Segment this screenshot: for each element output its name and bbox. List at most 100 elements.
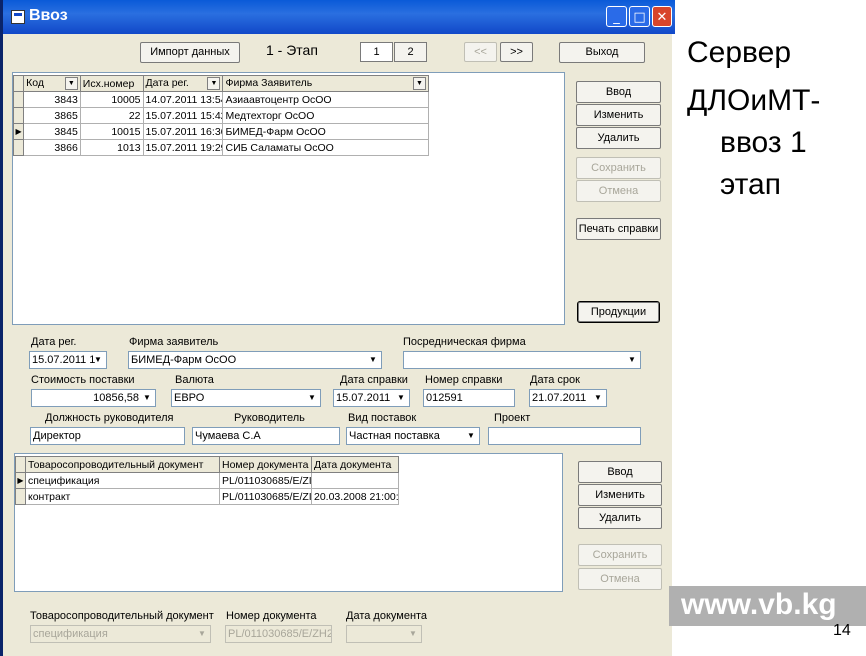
chevron-down-icon[interactable]: ▼ [140, 391, 154, 405]
cell-kod[interactable]: 3845 [23, 123, 81, 140]
edit-button[interactable]: Изменить [576, 104, 661, 126]
import-data-button[interactable]: Импорт данных [140, 42, 240, 63]
cell-number[interactable]: PL/011030685/E/ZI [219, 472, 312, 489]
cell-firm[interactable]: Азиаавтоцентр ОсОО [222, 91, 429, 108]
chevron-down-icon[interactable]: ▼ [591, 391, 605, 405]
filter-dropdown-icon[interactable]: ▼ [207, 77, 221, 90]
row-indicator [15, 488, 26, 505]
cell-date[interactable]: 14.07.2011 13:54 [142, 91, 224, 108]
supply-type-select[interactable]: Частная поставка ▼ [346, 427, 480, 445]
docs-date-label: Дата документа [346, 610, 428, 622]
cancel-button[interactable]: Отмена [576, 180, 661, 202]
table-row[interactable]: 3866 1013 15.07.2011 19:29 СИБ Саламаты … [12, 139, 429, 156]
chevron-down-icon[interactable]: ▼ [406, 627, 420, 641]
chevron-down-icon[interactable]: ▼ [394, 391, 408, 405]
docs-edit-button[interactable]: Изменить [578, 484, 662, 506]
table-row[interactable]: 3865 22 15.07.2011 15:42 Медтехторг ОсОО [12, 107, 429, 124]
column-header-kod[interactable]: Код ▼ [23, 75, 81, 92]
chevron-down-icon[interactable]: ▼ [366, 353, 380, 367]
enter-button[interactable]: Ввод [576, 81, 661, 103]
chevron-down-icon[interactable]: ▼ [305, 391, 319, 405]
print-certificate-button[interactable]: Печать справки [576, 218, 661, 240]
minimize-button[interactable]: _ [606, 6, 627, 27]
column-header-doc[interactable]: Товаросопроводительный документ [25, 456, 220, 473]
docs-grid: Товаросопроводительный документ Номер до… [15, 456, 399, 505]
table-row-selected[interactable]: ▶ спецификация PL/011030685/E/ZI [15, 472, 399, 489]
head-field[interactable]: Чумаева С.А [192, 427, 340, 445]
maximize-button[interactable]: □ [629, 6, 650, 27]
cell-doc[interactable]: спецификация [25, 472, 220, 489]
delete-button[interactable]: Удалить [576, 127, 661, 149]
chevron-down-icon[interactable]: ▼ [91, 353, 105, 367]
cell-ish[interactable]: 22 [79, 107, 144, 124]
currency-select[interactable]: ЕВРО ▼ [171, 389, 321, 407]
table-row[interactable]: контракт PL/011030685/E/ZI 20.03.2008 21… [15, 488, 399, 505]
save-button[interactable]: Сохранить [576, 157, 661, 179]
row-indicator-header [12, 75, 25, 92]
column-header-ish-number[interactable]: Исх.номер [79, 75, 144, 92]
cell-firm[interactable]: Медтехторг ОсОО [222, 107, 429, 124]
table-row-selected[interactable]: ▶ 3845 10015 15.07.2011 16:36 БИМЕД-Фарм… [12, 123, 429, 140]
close-button[interactable]: ✕ [652, 6, 672, 27]
docs-save-button[interactable]: Сохранить [578, 544, 662, 566]
cell-date[interactable]: 15.07.2011 15:42 [142, 107, 224, 124]
row-indicator [12, 91, 25, 108]
date-reg-field[interactable]: 15.07.2011 1 ▼ [29, 351, 107, 369]
docs-delete-button[interactable]: Удалить [578, 507, 662, 529]
ref-date-field[interactable]: 15.07.2011 ▼ [333, 389, 410, 407]
slide-title-line2: ДЛОиМТ- [687, 84, 821, 117]
column-header-date[interactable]: Дата документа [311, 456, 399, 473]
filter-dropdown-icon[interactable]: ▼ [413, 77, 426, 90]
chevron-down-icon[interactable]: ▼ [625, 353, 639, 367]
cell-firm[interactable]: СИБ Саламаты ОсОО [222, 139, 429, 156]
docs-cancel-button[interactable]: Отмена [578, 568, 662, 590]
cell-doc[interactable]: контракт [25, 488, 220, 505]
firm-select[interactable]: БИМЕД-Фарм ОсОО ▼ [128, 351, 382, 369]
cell-date[interactable]: 15.07.2011 19:29 [142, 139, 224, 156]
main-grid-panel: Код ▼ Исх.номер Дата рег. ▼ Фирма Заявител… [12, 72, 565, 325]
docs-doc-select[interactable]: спецификация ▼ [30, 625, 211, 643]
cell-kod[interactable]: 3866 [23, 139, 81, 156]
cell-date[interactable] [311, 472, 399, 489]
intermediary-select[interactable]: ▼ [403, 351, 641, 369]
products-button[interactable]: Продукции [577, 301, 660, 323]
cell-kod[interactable]: 3865 [23, 107, 81, 124]
ref-number-field[interactable]: 012591 [423, 389, 515, 407]
next-button[interactable]: >> [500, 42, 533, 62]
title-bar[interactable]: Ввоз _ □ ✕ [3, 0, 675, 34]
docs-grid-panel: Товаросопроводительный документ Номер до… [14, 453, 563, 592]
column-header-date-reg[interactable]: Дата рег. ▼ [142, 75, 224, 92]
cell-date[interactable]: 20.03.2008 21:00:0 [311, 488, 399, 505]
cell-date[interactable]: 15.07.2011 16:36 [142, 123, 224, 140]
table-row[interactable]: 3843 10005 14.07.2011 13:54 Азиаавтоцент… [12, 91, 429, 108]
position-field[interactable]: Директор [30, 427, 185, 445]
head-value: Чумаева С.А [195, 430, 261, 442]
tab-2[interactable]: 2 [394, 42, 427, 62]
column-header-number[interactable]: Номер документа [219, 456, 312, 473]
cell-ish[interactable]: 10005 [79, 91, 144, 108]
exit-button[interactable]: Выход [559, 42, 645, 63]
cost-field[interactable]: 10856,58 ▼ [31, 389, 156, 407]
term-date-field[interactable]: 21.07.2011 ▼ [529, 389, 607, 407]
cell-number[interactable]: PL/011030685/E/ZI [219, 488, 312, 505]
cell-ish[interactable]: 1013 [79, 139, 144, 156]
cell-ish[interactable]: 10015 [79, 123, 144, 140]
column-header-firm[interactable]: Фирма Заявитель ▼ [222, 75, 429, 92]
row-indicator [12, 139, 25, 156]
prev-button[interactable]: << [464, 42, 497, 62]
chevron-down-icon[interactable]: ▼ [464, 429, 478, 443]
position-label: Должность руководителя [45, 412, 174, 424]
page-number: 14 [833, 622, 851, 639]
ref-date-value: 15.07.2011 [336, 392, 391, 404]
docs-number-field[interactable]: PL/011030685/E/ZH2- [225, 625, 332, 643]
window-app-icon[interactable] [11, 10, 25, 24]
term-date-value: 21.07.2011 [532, 392, 587, 404]
chevron-down-icon[interactable]: ▼ [195, 627, 209, 641]
project-field[interactable] [488, 427, 641, 445]
filter-dropdown-icon[interactable]: ▼ [64, 77, 78, 90]
docs-enter-button[interactable]: Ввод [578, 461, 662, 483]
cell-firm[interactable]: БИМЕД-Фарм ОсОО [222, 123, 429, 140]
docs-date-field[interactable]: ▼ [346, 625, 422, 643]
cell-kod[interactable]: 3843 [23, 91, 81, 108]
tab-1[interactable]: 1 [360, 42, 393, 62]
